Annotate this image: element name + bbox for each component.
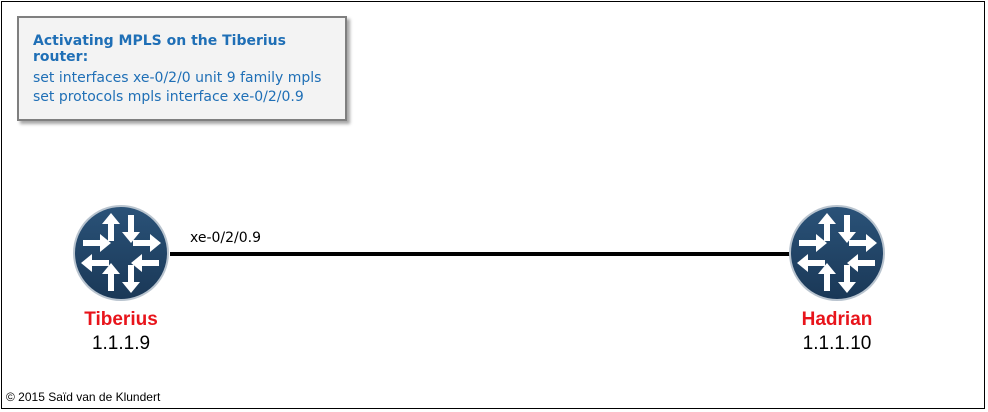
config-note: Activating MPLS on the Tiberius router: … — [17, 16, 347, 121]
router-name: Hadrian — [801, 309, 873, 330]
note-command: set interfaces xe-0/2/0 unit 9 family mp… — [33, 70, 322, 86]
link-line — [170, 252, 792, 256]
note-title: Activating MPLS on the Tiberius router: — [33, 33, 286, 65]
interface-label: xe-0/2/0.9 — [190, 230, 262, 246]
router-ip: 1.1.1.9 — [91, 333, 151, 354]
router-icon — [789, 205, 885, 301]
note-command: set protocols mpls interface xe-0/2/0.9 — [33, 89, 304, 105]
router-name: Tiberius — [84, 309, 158, 330]
copyright-text: © 2015 Saïd van de Klundert — [6, 390, 161, 404]
router-icon — [73, 205, 169, 301]
router-ip: 1.1.1.10 — [802, 333, 872, 354]
